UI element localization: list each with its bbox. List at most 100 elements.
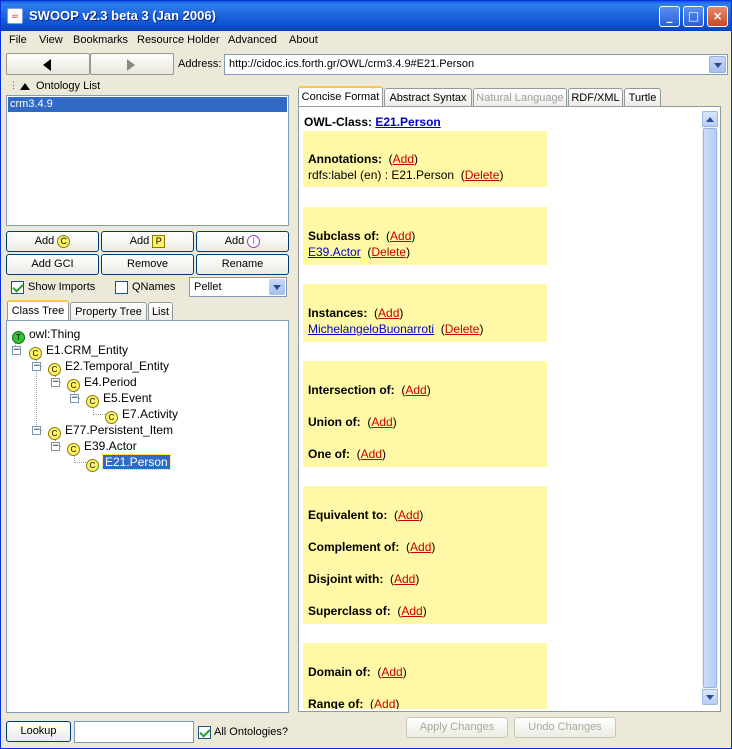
back-button[interactable]	[6, 53, 90, 75]
add-equivalent-link[interactable]: Add	[398, 508, 419, 522]
class-c-icon: C	[67, 443, 80, 456]
all-ontologies-checkbox[interactable]	[198, 726, 211, 739]
undo-changes-button[interactable]: Undo Changes	[514, 717, 616, 738]
class-type-label: OWL-Class:	[304, 115, 373, 129]
remove-button[interactable]: Remove	[101, 254, 194, 275]
tree-node[interactable]: C E5.Event	[86, 390, 152, 408]
add-property-button[interactable]: Add P	[101, 231, 194, 252]
add-intersection-link[interactable]: Add	[405, 383, 426, 397]
qnames-checkbox[interactable]	[115, 281, 128, 294]
address-input[interactable]: http://cidoc.ics.forth.gr/OWL/crm3.4.9#E…	[224, 54, 728, 75]
menu-view[interactable]: View	[39, 34, 63, 46]
tree-collapse-toggle[interactable]: −	[32, 426, 41, 435]
one-of-label: One of:	[308, 447, 350, 461]
tab-abstract-syntax[interactable]: Abstract Syntax	[384, 88, 472, 107]
tab-rdf-xml[interactable]: RDF/XML	[568, 88, 623, 107]
delete-subclass-link[interactable]: Delete	[371, 245, 406, 259]
tab-list[interactable]: List	[148, 302, 173, 321]
add-disjoint-link[interactable]: Add	[394, 572, 415, 586]
maximize-icon: □	[687, 9, 700, 23]
tree-node-owl-thing[interactable]: Towl:Thing	[12, 326, 80, 344]
qnames-label: QNames	[132, 281, 176, 293]
ontology-list-item[interactable]: crm3.4.9	[8, 97, 287, 112]
tree-node[interactable]: C E7.Activity	[105, 406, 178, 424]
tree-node[interactable]: C E4.Period	[67, 374, 137, 392]
tab-natural-language[interactable]: Natural Language	[473, 88, 567, 107]
add-instance-link[interactable]: Add	[378, 306, 399, 320]
minimize-button[interactable]: _	[659, 6, 680, 27]
menu-about[interactable]: About	[289, 34, 318, 46]
reasoner-value: Pellet	[194, 281, 222, 293]
apply-changes-button[interactable]: Apply Changes	[406, 717, 508, 738]
add-one-of-link[interactable]: Add	[361, 447, 382, 461]
address-dropdown-button[interactable]	[709, 56, 726, 73]
tab-class-tree[interactable]: Class Tree	[7, 300, 69, 321]
close-button[interactable]: ×	[707, 6, 728, 27]
class-c-icon: C	[86, 459, 99, 472]
menu-resource-holder[interactable]: Resource Holder	[137, 34, 220, 46]
menu-advanced[interactable]: Advanced	[228, 34, 277, 46]
add-union-link[interactable]: Add	[371, 415, 392, 429]
delete-annotation-link[interactable]: Delete	[465, 168, 500, 182]
drag-handle-icon[interactable]: ⋮	[9, 80, 18, 91]
add-property-label: Add	[129, 235, 150, 247]
tree-node-selected[interactable]: C E21.Person	[86, 454, 171, 472]
show-imports-checkbox[interactable]	[11, 281, 24, 294]
lookup-input[interactable]	[74, 721, 194, 743]
class-name-link[interactable]: E21.Person	[375, 115, 440, 129]
class-tree[interactable]: − − − − − − Towl:Thing C E1.CRM_Entity CE…	[6, 320, 289, 713]
collapse-triangle-icon[interactable]	[20, 83, 30, 90]
reasoner-select[interactable]: Pellet	[189, 277, 287, 297]
add-class-button[interactable]: Add C	[6, 231, 99, 252]
annotations-section: Annotations: (Add) rdfs:label (en) : E21…	[303, 131, 547, 187]
individual-i-icon: I	[247, 234, 261, 248]
menu-bookmarks[interactable]: Bookmarks	[73, 34, 128, 46]
tree-node[interactable]: C E2.Temporal_Entity	[48, 358, 169, 376]
tree-node[interactable]: C E77.Persistent_Item	[48, 422, 173, 440]
tree-collapse-toggle[interactable]: −	[51, 442, 60, 451]
chevron-down-icon	[706, 695, 714, 700]
tab-concise-format[interactable]: Concise Format	[298, 86, 383, 107]
superclass-link[interactable]: E39.Actor	[308, 245, 361, 259]
maximize-button[interactable]: □	[683, 6, 704, 27]
tree-collapse-toggle[interactable]: −	[70, 394, 79, 403]
tree-collapse-toggle[interactable]: −	[12, 346, 21, 355]
tree-collapse-toggle[interactable]: −	[32, 362, 41, 371]
add-subclass-link[interactable]: Add	[390, 229, 411, 243]
boolean-section: Intersection of: (Add) Union of: (Add) O…	[303, 361, 547, 467]
forward-button[interactable]	[90, 53, 174, 75]
rename-button[interactable]: Rename	[196, 254, 289, 275]
relations-section: Equivalent to: (Add) Complement of: (Add…	[303, 486, 547, 624]
tree-node[interactable]: C E1.CRM_Entity	[29, 342, 128, 360]
lookup-button[interactable]: Lookup	[6, 721, 71, 742]
range-label: Range of:	[308, 697, 364, 709]
details-scrollbar[interactable]	[702, 111, 718, 705]
add-superclass-of-link[interactable]: Add	[401, 604, 422, 618]
delete-instance-link[interactable]: Delete	[445, 322, 480, 336]
add-annotation-link[interactable]: Add	[393, 152, 414, 166]
annotation-value: rdfs:label (en) : E21.Person	[308, 168, 455, 182]
menu-file[interactable]: File	[9, 34, 27, 46]
tree-node[interactable]: C E39.Actor	[67, 438, 137, 456]
add-individual-button[interactable]: Add I	[196, 231, 289, 252]
class-c-icon: C	[86, 395, 99, 408]
forward-arrow-icon	[127, 59, 135, 71]
scroll-down-button[interactable]	[702, 689, 718, 705]
add-gci-button[interactable]: Add GCI	[6, 254, 99, 275]
tab-turtle[interactable]: Turtle	[624, 88, 661, 107]
reasoner-dropdown-button[interactable]	[269, 279, 285, 295]
scroll-thumb[interactable]	[703, 128, 717, 688]
instance-link[interactable]: MichelangeloBuonarroti	[308, 322, 434, 336]
add-range-link[interactable]: Add	[374, 697, 395, 709]
add-domain-link[interactable]: Add	[381, 665, 402, 679]
back-arrow-icon	[43, 59, 51, 71]
ontology-list[interactable]: crm3.4.9	[6, 95, 289, 226]
equivalent-label: Equivalent to:	[308, 508, 388, 522]
scroll-up-button[interactable]	[702, 111, 718, 127]
title-bar[interactable]: ☕ SWOOP v2.3 beta 3 (Jan 2006) _ □ ×	[1, 1, 731, 31]
tab-property-tree[interactable]: Property Tree	[70, 302, 147, 321]
add-complement-link[interactable]: Add	[410, 540, 431, 554]
tree-collapse-toggle[interactable]: −	[51, 378, 60, 387]
menu-bar: File View Bookmarks Resource Holder Adva…	[1, 31, 731, 50]
ontology-list-header[interactable]: ⋮ Ontology List	[6, 79, 289, 94]
